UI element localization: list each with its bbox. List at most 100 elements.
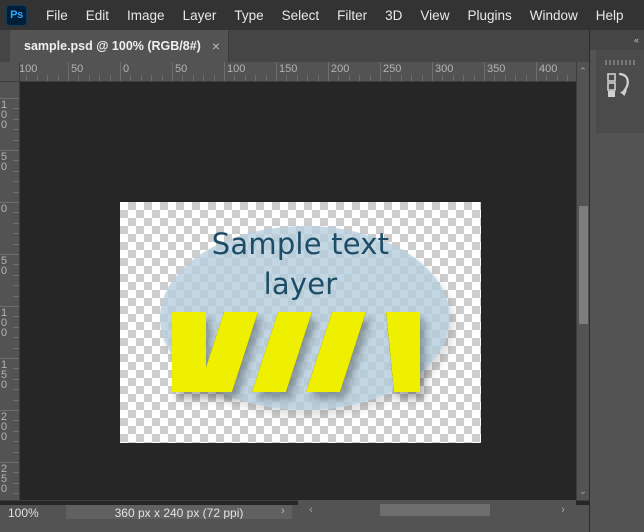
ruler-label: 50	[175, 63, 188, 75]
ruler-tick-minor	[244, 75, 246, 81]
document-tab-title: sample.psd @ 100% (RGB/8#)	[24, 39, 201, 53]
ruler-label: 50	[71, 63, 84, 75]
ruler-tick-minor	[182, 75, 184, 81]
ruler-tick-minor	[192, 75, 194, 81]
right-dock-panel: «	[589, 30, 644, 532]
ruler-tick-minor	[13, 451, 19, 453]
ruler-tick-minor	[13, 316, 19, 318]
menu-item-3d[interactable]: 3D	[376, 5, 411, 26]
dock-panel-group	[596, 50, 644, 134]
document-tab[interactable]: sample.psd @ 100% (RGB/8#) ×	[10, 30, 230, 62]
ruler-tick-minor	[494, 75, 496, 81]
ruler-tick-minor	[13, 482, 19, 484]
menu-item-edit[interactable]: Edit	[77, 5, 118, 26]
ruler-tick-minor	[13, 337, 19, 339]
ruler-tick-minor	[473, 75, 475, 81]
ruler-tick-minor	[57, 75, 59, 81]
ruler-tick-major	[120, 62, 121, 81]
ruler-tick-minor	[390, 75, 392, 81]
ruler-label: 200	[331, 63, 350, 75]
scroll-up-icon[interactable]: ⌃	[577, 64, 589, 78]
ruler-label: 250	[383, 63, 402, 75]
actions-panel-icon[interactable]	[607, 72, 635, 98]
scroll-right-icon[interactable]: ›	[556, 502, 570, 517]
ruler-tick-minor	[13, 170, 19, 172]
ruler-label: 400	[539, 63, 558, 75]
horizontal-ruler[interactable]: 100 50 0 50 100 150 200 250 300 350 400	[20, 62, 589, 82]
ruler-tick-minor	[13, 233, 19, 235]
menu-item-file[interactable]: File	[37, 5, 77, 26]
ruler-tick-minor	[13, 441, 19, 443]
menu-item-window[interactable]: Window	[521, 5, 587, 26]
menu-item-help[interactable]: Help	[587, 5, 633, 26]
ruler-tick-minor	[151, 75, 153, 81]
ruler-tick-major	[328, 62, 329, 81]
panel-drag-handle[interactable]	[605, 60, 635, 65]
ruler-tick-minor	[13, 160, 19, 162]
ruler-tick-minor	[109, 75, 111, 81]
ruler-label: 300	[435, 63, 454, 75]
ruler-tick-minor	[421, 75, 423, 81]
photoshop-logo-icon[interactable]: Ps	[6, 4, 27, 26]
ruler-tick-minor	[515, 75, 517, 81]
ruler-tick-minor	[13, 191, 19, 193]
scroll-left-icon[interactable]: ‹	[304, 502, 318, 517]
ruler-tick-minor	[525, 75, 527, 81]
close-icon[interactable]: ×	[212, 39, 220, 53]
document-tab-bar: sample.psd @ 100% (RGB/8#) ×	[0, 30, 589, 63]
ruler-tick-minor	[13, 347, 19, 349]
ruler-tick-minor	[13, 420, 19, 422]
ruler-tick-minor	[411, 75, 413, 81]
ruler-tick-minor	[13, 129, 19, 131]
photoshop-window: Ps File Edit Image Layer Type Select Fil…	[0, 0, 644, 532]
ruler-tick-minor	[265, 75, 267, 81]
document-info-expand-icon[interactable]: ›	[281, 505, 285, 517]
menu-item-image[interactable]: Image	[118, 5, 174, 26]
ruler-tick-minor	[13, 222, 19, 224]
ruler-tick-minor	[452, 75, 454, 81]
menu-item-layer[interactable]: Layer	[174, 5, 226, 26]
vertical-ruler[interactable]: 10050050100150200250300	[0, 82, 20, 500]
ruler-label: 200	[1, 411, 8, 443]
menu-item-filter[interactable]: Filter	[328, 5, 376, 26]
ruler-tick-minor	[13, 326, 19, 328]
ruler-tick-minor	[317, 75, 319, 81]
menu-item-view[interactable]: View	[411, 5, 458, 26]
ruler-tick-minor	[13, 108, 19, 110]
menu-item-type[interactable]: Type	[225, 5, 272, 26]
ruler-tick-minor	[13, 264, 19, 266]
dock-empty-area	[596, 133, 644, 532]
vertical-scrollbar[interactable]: ⌃ ⌄	[576, 62, 589, 500]
ruler-tick-minor	[359, 75, 361, 81]
ruler-tick-major	[484, 62, 485, 81]
window-bottom-edge	[0, 519, 589, 532]
horizontal-scrollbar-thumb[interactable]	[380, 504, 490, 516]
ruler-tick-minor	[567, 75, 569, 81]
artboard[interactable]: Sample text layer	[120, 202, 481, 443]
ruler-corner-box[interactable]	[0, 62, 20, 82]
horizontal-scrollbar[interactable]: ‹ ›	[298, 500, 576, 519]
ruler-tick-major	[172, 62, 173, 81]
ruler-tick-minor	[47, 75, 49, 81]
ruler-tick-major	[276, 62, 277, 81]
ruler-tick-minor	[13, 399, 19, 401]
ruler-tick-minor	[13, 212, 19, 214]
vertical-scrollbar-thumb[interactable]	[579, 206, 588, 324]
ruler-tick-minor	[26, 75, 28, 81]
menu-item-plugins[interactable]: Plugins	[458, 5, 520, 26]
ruler-label: 100	[227, 63, 246, 75]
ruler-tick-major	[224, 62, 225, 81]
ruler-label: 250	[1, 463, 8, 495]
ruler-tick-minor	[161, 75, 163, 81]
menu-item-select[interactable]: Select	[273, 5, 329, 26]
collapse-panels-icon[interactable]: «	[590, 30, 644, 50]
ruler-tick-minor	[348, 75, 350, 81]
ruler-tick-minor	[13, 430, 19, 432]
scroll-down-icon[interactable]: ⌄	[577, 484, 589, 498]
ruler-tick-minor	[13, 472, 19, 474]
ruler-tick-minor	[234, 75, 236, 81]
canvas-viewport[interactable]: Sample text layer	[20, 82, 576, 500]
ruler-label: 150	[279, 63, 298, 75]
ruler-label: 50	[1, 255, 8, 277]
ruler-tick-minor	[13, 118, 19, 120]
